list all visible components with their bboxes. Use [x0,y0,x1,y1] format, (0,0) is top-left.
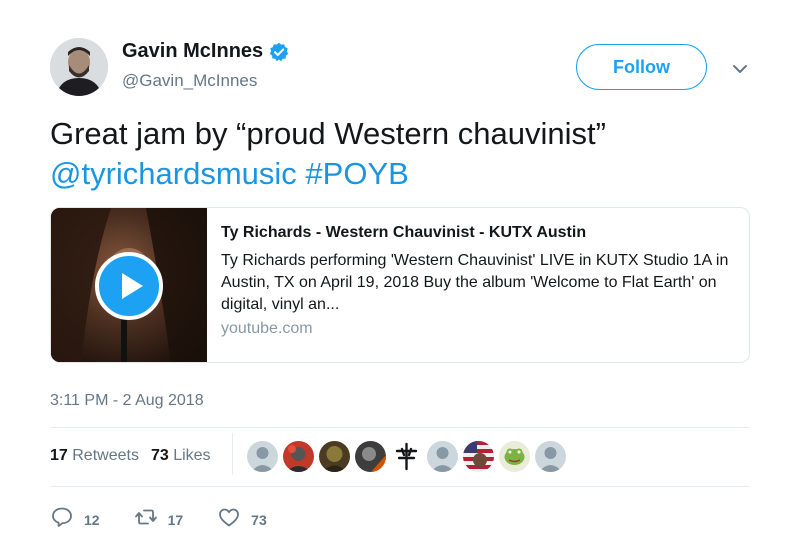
reply-count: 12 [84,511,100,528]
heart-icon [217,505,241,534]
liker-avatars [247,441,566,472]
link-card[interactable]: Ty Richards - Western Chauvinist - KUTX … [50,207,750,363]
author-name-row: Gavin McInnes [122,40,289,63]
author-display-name[interactable]: Gavin McInnes [122,40,263,63]
liker-avatar[interactable] [499,441,530,472]
mention-link[interactable]: @tyrichardsmusic [50,156,297,191]
hashtag-link[interactable]: #POYB [305,156,408,191]
retweets-stat[interactable]: 17 Retweets [50,447,139,465]
stats-separator [232,433,233,475]
retweets-count: 17 [50,447,68,464]
card-body: Ty Richards - Western Chauvinist - KUTX … [207,208,749,362]
reply-icon [50,505,74,534]
likes-stat[interactable]: 73 Likes [151,447,211,465]
retweet-icon [134,505,158,534]
like-action[interactable]: 73 [217,505,267,534]
card-title: Ty Richards - Western Chauvinist - KUTX … [221,224,587,241]
author-avatar[interactable] [50,38,108,96]
tweet-text: Great jam by “proud Western chauvinist” … [50,114,750,194]
author-handle[interactable]: @Gavin_McInnes [122,71,257,91]
reply-action[interactable]: 12 [50,505,100,534]
video-thumbnail[interactable] [51,208,207,362]
likes-label: Likes [173,447,211,464]
retweet-count: 17 [167,511,184,528]
divider [50,486,750,487]
card-domain: youtube.com [221,320,313,337]
liker-avatar[interactable] [427,441,458,472]
tweet-timestamp[interactable]: 3:11 PM - 2 Aug 2018 [50,392,204,410]
liker-avatar[interactable] [391,441,422,472]
retweets-label: Retweets [72,447,139,464]
liker-avatar[interactable] [355,441,386,472]
liker-avatar[interactable] [283,441,314,472]
tweet-stats: 17 Retweets 73 Likes [50,447,211,465]
liker-avatar[interactable] [535,441,566,472]
chevron-down-icon[interactable] [731,60,749,78]
likes-count: 73 [150,447,169,464]
tweet-actions: 12 17 73 [50,505,301,534]
like-count: 73 [251,511,267,528]
liker-avatar[interactable] [247,441,278,472]
liker-avatar[interactable] [319,441,350,472]
liker-avatar[interactable] [463,441,494,472]
retweet-action[interactable]: 17 [134,505,184,534]
card-description: Ty Richards performing 'Western Chauvini… [221,252,729,313]
verified-badge-icon [269,42,289,62]
divider [50,427,750,428]
follow-button[interactable]: Follow [576,44,707,90]
tweet-text-line: Great jam by “proud Western chauvinist” [50,116,606,151]
play-icon[interactable] [95,252,163,320]
